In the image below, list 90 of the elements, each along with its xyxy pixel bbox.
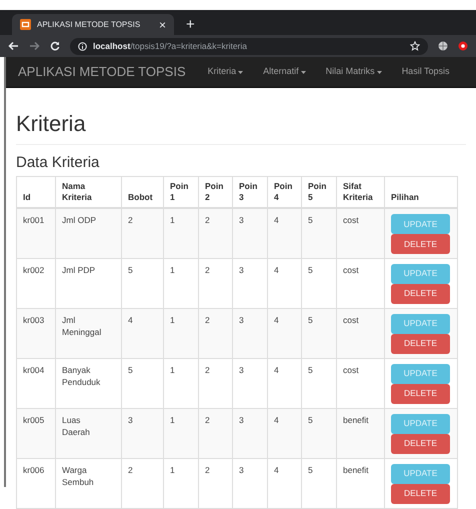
table-cell: kr001 [16, 208, 56, 258]
caret-icon [238, 70, 244, 74]
table-cell: 5 [122, 258, 164, 308]
nav-menu-item[interactable]: Hasil Topsis [402, 65, 450, 79]
info-icon [78, 42, 87, 50]
table-cell: 2 [198, 258, 232, 308]
update-button[interactable]: UPDATE [391, 314, 450, 334]
table-cell: 5 [122, 358, 164, 408]
table-cell: 3 [232, 258, 268, 308]
table-cell: Luas Daerah [56, 408, 122, 458]
table-cell: cost [336, 358, 384, 408]
table-cell: kr002 [16, 258, 56, 308]
table-cell: 1 [164, 358, 198, 408]
nav-menu-item[interactable]: Alternatif [263, 65, 306, 79]
table-cell: 5 [302, 358, 336, 408]
table-cell: Jml Meninggal [56, 308, 122, 358]
table-cell: 4 [268, 458, 302, 508]
close-tab-button[interactable]: × [158, 18, 166, 30]
new-tab-button[interactable]: + [186, 17, 195, 32]
address-bar[interactable]: localhost/topsis19/?a=kriteria&k=kriteria [70, 38, 428, 54]
table-cell: Jml ODP [56, 208, 122, 258]
favicon-icon [20, 19, 31, 30]
update-button[interactable]: UPDATE [391, 214, 450, 234]
table-cell: 1 [164, 408, 198, 458]
table-cell: benefit [336, 458, 384, 508]
table-cell: cost [336, 208, 384, 258]
table-cell: 2 [198, 408, 232, 458]
update-button[interactable]: UPDATE [391, 414, 450, 434]
delete-button[interactable]: DELETE [391, 484, 450, 504]
caret-icon [376, 70, 382, 74]
delete-button[interactable]: DELETE [391, 384, 450, 404]
delete-button[interactable]: DELETE [391, 334, 450, 354]
table-cell: 4 [268, 308, 302, 358]
table-cell: Banyak Penduduk [56, 358, 122, 408]
table-cell: 5 [302, 408, 336, 458]
table-cell: 3 [232, 208, 268, 258]
table-cell: kr004 [16, 358, 56, 408]
back-icon[interactable] [8, 41, 19, 51]
table-cell: 1 [164, 208, 198, 258]
table-cell: 3 [232, 458, 268, 508]
browser-tab[interactable]: APLIKASI METODE TOPSIS × [12, 14, 174, 35]
table-cell: 1 [164, 308, 198, 358]
table-cell: 4 [122, 308, 164, 358]
table-cell: 4 [268, 258, 302, 308]
table-cell: 3 [232, 308, 268, 358]
url-text: localhost/topsis19/?a=kriteria&k=kriteria [93, 40, 248, 52]
table-cell: 5 [302, 258, 336, 308]
table-cell: cost [336, 258, 384, 308]
caret-icon [300, 70, 306, 74]
table-cell: 4 [268, 358, 302, 408]
update-button[interactable]: UPDATE [391, 264, 450, 284]
table-cell: 3 [122, 408, 164, 458]
table-cell: 5 [302, 458, 336, 508]
forward-icon[interactable] [29, 41, 40, 51]
update-button[interactable]: UPDATE [391, 464, 450, 484]
tab-title: APLIKASI METODE TOPSIS [37, 18, 142, 30]
section-title: Data Kriteria [16, 154, 100, 172]
extension-icon[interactable] [438, 41, 448, 51]
navbar-brand[interactable]: APLIKASI METODE TOPSIS [18, 62, 186, 82]
table-cell: 3 [232, 408, 268, 458]
table-cell: Jml PDP [56, 258, 122, 308]
table-cell: 2 [198, 308, 232, 358]
table-cell: 5 [302, 308, 336, 358]
table-cell: 2 [122, 208, 164, 258]
table-cell: 3 [232, 358, 268, 408]
nav-menu-item[interactable]: Kriteria [208, 65, 244, 79]
table-cell: 2 [198, 358, 232, 408]
table-cell: kr006 [16, 458, 56, 508]
table-cell: 1 [164, 458, 198, 508]
table-cell: benefit [336, 408, 384, 458]
table-cell: kr003 [16, 308, 56, 358]
extension-icon[interactable] [458, 41, 468, 51]
table-cell: 4 [268, 408, 302, 458]
table-cell: cost [336, 308, 384, 358]
reload-icon[interactable] [50, 41, 60, 51]
star-icon[interactable] [410, 41, 420, 51]
delete-button[interactable]: DELETE [391, 234, 450, 254]
table-cell: 4 [268, 208, 302, 258]
table-cell: 5 [302, 208, 336, 258]
update-button[interactable]: UPDATE [391, 364, 450, 384]
table-cell: kr005 [16, 408, 56, 458]
delete-button[interactable]: DELETE [391, 284, 450, 304]
table-cell: Warga Sembuh [56, 458, 122, 508]
table-cell: 2 [198, 458, 232, 508]
table-cell: 2 [122, 458, 164, 508]
nav-menu-item[interactable]: Nilai Matriks [326, 65, 382, 79]
table-cell: 1 [164, 258, 198, 308]
page-title: Kriteria [16, 111, 87, 137]
table-cell: 2 [198, 208, 232, 258]
delete-button[interactable]: DELETE [391, 434, 450, 454]
